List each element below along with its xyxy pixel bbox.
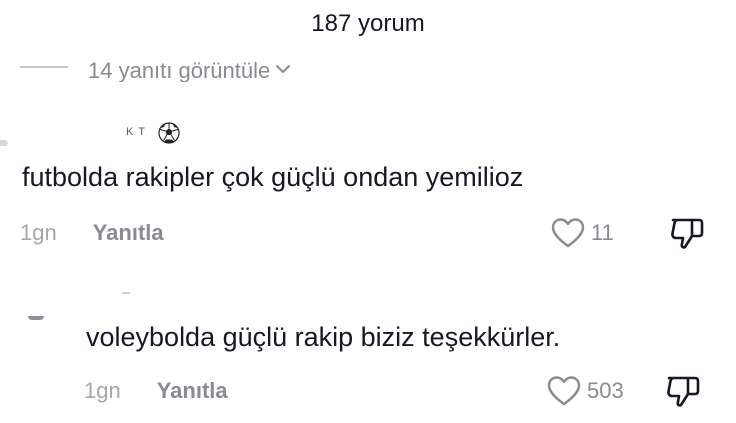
thumbs-down-icon[interactable] — [668, 214, 706, 252]
replies-divider — [20, 66, 68, 68]
page-title: 187 yorum — [311, 10, 425, 37]
comment-text: voleybolda güçlü rakip biziz teşekkürler… — [86, 322, 561, 352]
like-button[interactable]: 503 — [547, 371, 624, 411]
comment-meta: 1gn Yanıtla — [20, 216, 164, 250]
heart-outline-icon — [551, 218, 585, 248]
comment-username[interactable]: K T — [126, 120, 186, 146]
soccer-ball-icon — [158, 122, 180, 144]
like-count: 503 — [587, 378, 624, 403]
avatar[interactable] — [0, 140, 8, 146]
view-replies-label: 14 yanıtı görüntüle — [88, 58, 271, 82]
reply-button[interactable]: Yanıtla — [93, 220, 164, 246]
like-button[interactable]: 11 — [551, 213, 614, 253]
heart-outline-icon — [547, 376, 581, 406]
comment-text: futbolda rakipler çok güçlü ondan yemili… — [22, 162, 524, 192]
view-replies-button[interactable]: 14 yanıtı görüntüle — [20, 52, 292, 82]
avatar[interactable] — [28, 316, 44, 320]
comment-time: 1gn — [84, 378, 121, 403]
comment-time: 1gn — [20, 220, 57, 245]
comment-meta: 1gn Yanıtla — [84, 374, 228, 408]
reply-button[interactable]: Yanıtla — [157, 378, 228, 404]
like-count: 11 — [591, 220, 614, 245]
chevron-down-icon — [276, 65, 291, 73]
username-text: K T — [126, 126, 146, 138]
comment-username[interactable] — [122, 292, 130, 294]
thumbs-down-icon[interactable] — [664, 372, 702, 410]
